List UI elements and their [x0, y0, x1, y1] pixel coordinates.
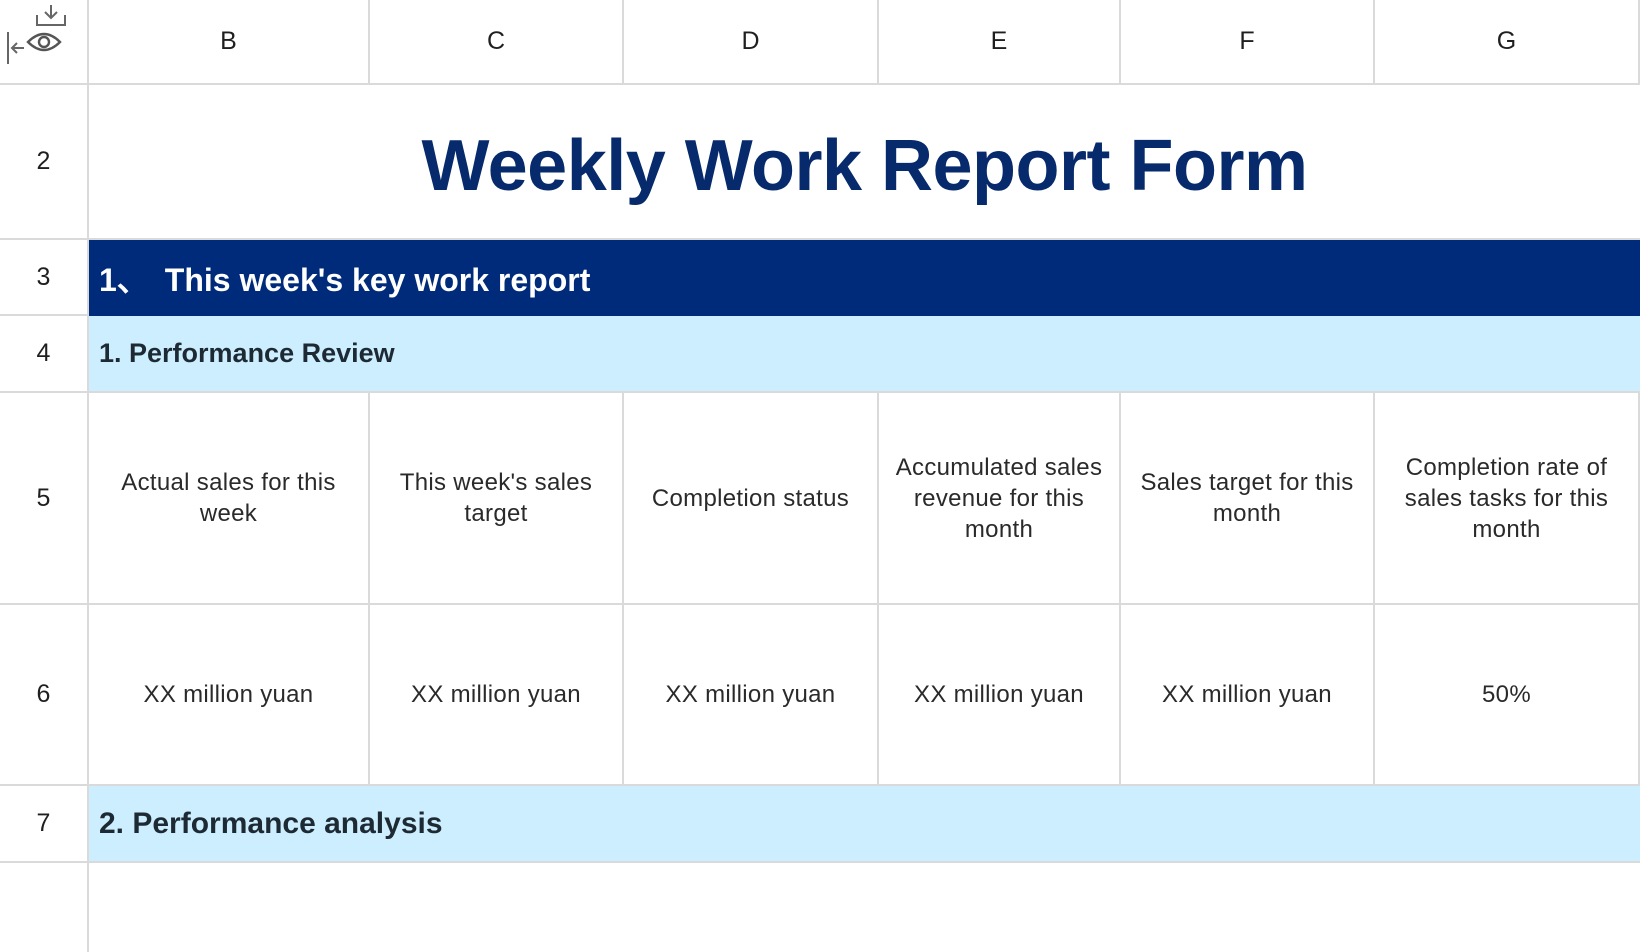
table-cell-actual-sales[interactable]: XX million yuan — [89, 605, 370, 786]
spreadsheet: B C D E F G 2 3 4 5 6 7 Weekly Work Repo… — [0, 0, 1640, 952]
row-header-2[interactable]: 2 — [0, 85, 89, 240]
row-header-7[interactable]: 7 — [0, 786, 89, 863]
table-header-actual-sales[interactable]: Actual sales for this week — [89, 393, 370, 605]
table-cell-completion-rate[interactable]: 50% — [1375, 605, 1640, 786]
row-header-4[interactable]: 4 — [0, 316, 89, 393]
sheet-corner[interactable] — [0, 0, 89, 85]
table-header-completion-rate[interactable]: Completion rate of sales tasks for this … — [1375, 393, 1640, 605]
row-header-6[interactable]: 6 — [0, 605, 89, 786]
eye-icon[interactable] — [26, 30, 62, 54]
row-header-5[interactable]: 5 — [0, 393, 89, 605]
column-header-c[interactable]: C — [370, 0, 624, 85]
section-header-key-work[interactable]: 1、 This week's key work report — [89, 240, 1640, 316]
table-cell-monthly-target[interactable]: XX million yuan — [1121, 605, 1375, 786]
table-cell-weekly-target[interactable]: XX million yuan — [370, 605, 624, 786]
download-icon[interactable] — [34, 3, 68, 29]
collapse-left-icon[interactable] — [5, 30, 27, 66]
subsection-performance-analysis[interactable]: 2. Performance analysis — [89, 786, 1640, 863]
column-header-e[interactable]: E — [879, 0, 1121, 85]
table-header-weekly-target[interactable]: This week's sales target — [370, 393, 624, 605]
subsection-performance-review[interactable]: 1. Performance Review — [89, 316, 1640, 393]
empty-row[interactable] — [89, 863, 1640, 952]
table-cell-accumulated-revenue[interactable]: XX million yuan — [879, 605, 1121, 786]
column-header-g[interactable]: G — [1375, 0, 1640, 85]
row-header-8[interactable] — [0, 863, 89, 952]
column-header-b[interactable]: B — [89, 0, 370, 85]
row-header-3[interactable]: 3 — [0, 240, 89, 316]
table-header-monthly-target[interactable]: Sales target for this month — [1121, 393, 1375, 605]
table-cell-completion-status[interactable]: XX million yuan — [624, 605, 879, 786]
table-header-completion-status[interactable]: Completion status — [624, 393, 879, 605]
column-header-d[interactable]: D — [624, 0, 879, 85]
page-title[interactable]: Weekly Work Report Form — [89, 85, 1640, 240]
column-header-f[interactable]: F — [1121, 0, 1375, 85]
table-header-accumulated-revenue[interactable]: Accumulated sales revenue for this month — [879, 393, 1121, 605]
